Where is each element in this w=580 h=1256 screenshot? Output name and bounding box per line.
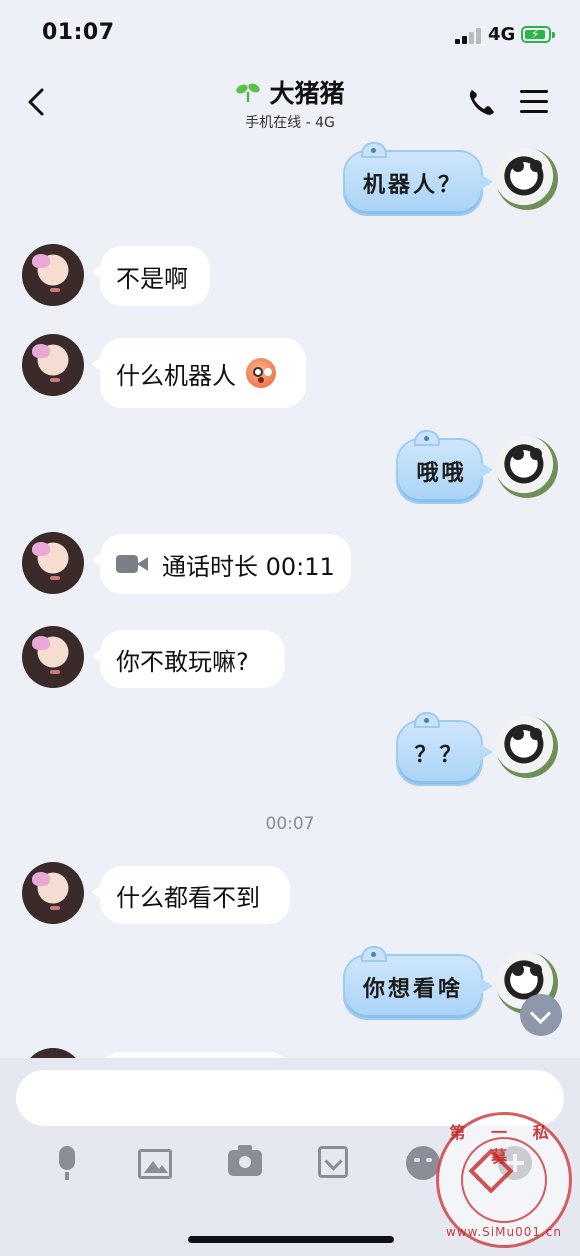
network-type: 4G xyxy=(488,24,516,45)
message-bubble-outgoing[interactable]: 机器人？ xyxy=(345,144,493,214)
message-text: ？？ xyxy=(414,742,465,768)
camera-icon[interactable] xyxy=(228,1145,262,1176)
menu-icon[interactable] xyxy=(520,88,552,116)
red-packet-icon[interactable] xyxy=(318,1146,348,1178)
watermark-seal: 第 一 私 募 www.SiMu001.cn xyxy=(436,1112,572,1248)
message-timestamp: 00:07 xyxy=(265,814,315,834)
call-record-bubble[interactable]: 通话时长 00:11 xyxy=(91,534,351,594)
scroll-down-button[interactable] xyxy=(520,994,562,1036)
message-text: 你想看啥 xyxy=(362,976,463,1002)
back-icon[interactable] xyxy=(24,84,54,120)
battery-icon: ⚡ xyxy=(521,26,555,43)
message-bubble-incoming[interactable]: 什么机器人 xyxy=(91,338,306,408)
home-indicator xyxy=(188,1236,394,1243)
message-text: 哦哦 xyxy=(416,460,467,486)
image-icon[interactable] xyxy=(138,1149,172,1179)
message-text: 你不敢玩嘛? xyxy=(116,647,249,676)
phone-icon[interactable] xyxy=(466,86,496,118)
message-text: 什么都看不到 xyxy=(116,883,260,912)
contact-avatar[interactable] xyxy=(22,334,84,396)
my-avatar[interactable] xyxy=(496,716,558,778)
chat-title-area[interactable]: 大猪猪 手机在线 - 4G xyxy=(150,74,430,132)
message-bubble-outgoing[interactable]: 你想看啥 xyxy=(345,948,493,1018)
chat-header: 大猪猪 手机在线 - 4G xyxy=(0,70,580,136)
contact-avatar[interactable] xyxy=(22,626,84,688)
contact-avatar[interactable] xyxy=(22,862,84,924)
status-time: 01:07 xyxy=(42,20,115,45)
contact-avatar[interactable] xyxy=(22,532,84,594)
message-text: 什么机器人 xyxy=(116,361,236,390)
watermark-url: www.SiMu001.cn xyxy=(446,1225,562,1239)
message-text: 机器人？ xyxy=(362,172,463,198)
message-bubble-outgoing[interactable]: ？？ xyxy=(398,714,493,784)
microphone-icon[interactable] xyxy=(50,1146,86,1182)
message-bubble-incoming[interactable]: 你不敢玩嘛? xyxy=(91,630,285,688)
video-call-icon xyxy=(116,553,148,575)
sticker-icon[interactable] xyxy=(406,1146,440,1180)
sprout-icon xyxy=(236,83,261,102)
flushed-face-emoji-icon xyxy=(246,358,276,388)
contact-name: 大猪猪 xyxy=(269,79,345,108)
signal-icon xyxy=(455,28,483,44)
status-bar: 01:07 4G ⚡ xyxy=(0,0,580,70)
call-duration-text: 通话时长 00:11 xyxy=(162,552,335,581)
message-bubble-incoming[interactable]: 什么都看不到 xyxy=(91,866,290,924)
online-status: 手机在线 - 4G xyxy=(245,115,335,131)
my-avatar[interactable] xyxy=(496,148,558,210)
message-bubble-incoming[interactable]: 不是啊 xyxy=(91,246,210,306)
contact-avatar[interactable] xyxy=(22,244,84,306)
message-bubble-outgoing[interactable]: 哦哦 xyxy=(398,432,493,502)
my-avatar[interactable] xyxy=(496,436,558,498)
message-text: 不是啊 xyxy=(116,264,188,293)
